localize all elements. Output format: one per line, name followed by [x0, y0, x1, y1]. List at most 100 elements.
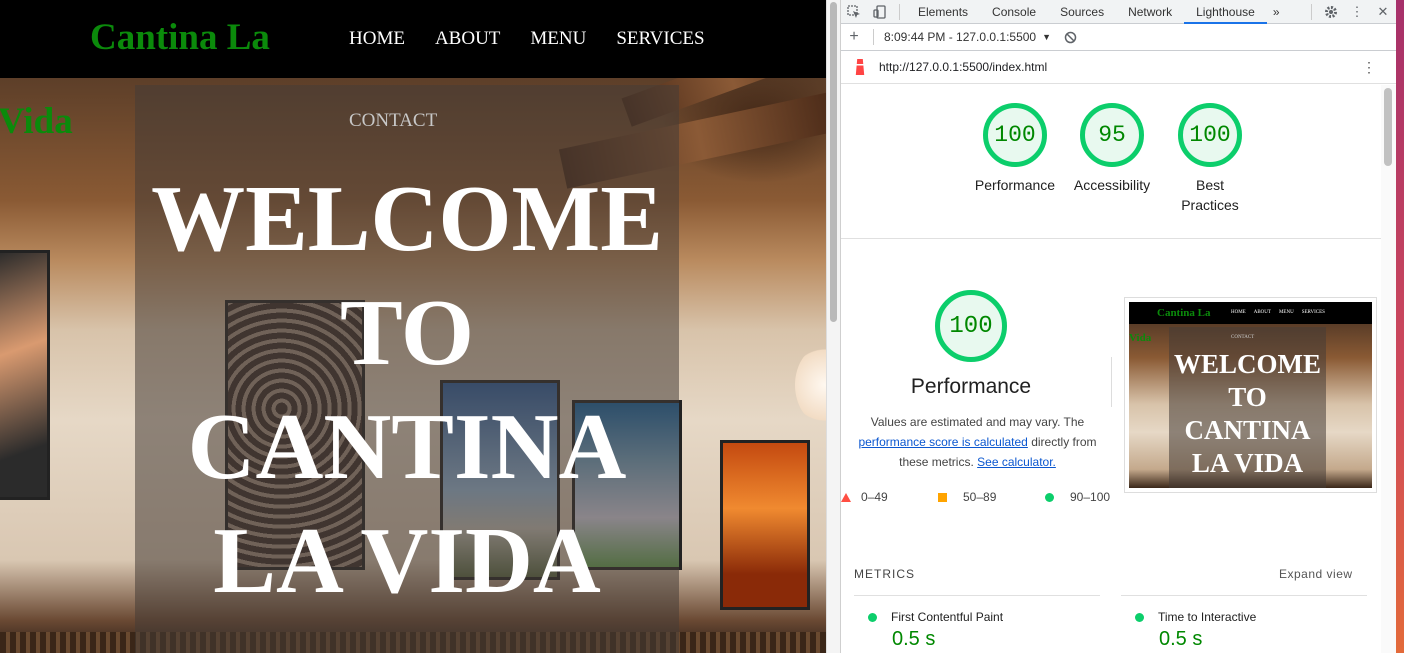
fail-triangle-icon	[841, 492, 851, 502]
metric-value: 0.5 s	[1159, 628, 1203, 650]
score-gauge-accessibility[interactable]: 95 Accessibility	[1066, 103, 1158, 195]
thumbnail-hero-line: WELCOME	[1173, 349, 1321, 379]
thumbnail-hero-line: CANTINA	[1184, 415, 1311, 445]
new-report-plus-icon[interactable]: +	[841, 28, 867, 46]
legend-pass: 90–100	[1045, 490, 1110, 504]
average-square-icon	[938, 492, 947, 502]
nav-about-link[interactable]: ABOUT	[435, 28, 500, 50]
metric-name: First Contentful Paint	[891, 610, 1004, 624]
devtools-actions: ⋮ ✕	[1305, 3, 1396, 20]
report-url-bar: http://127.0.0.1:5500/index.html ⋮	[841, 51, 1396, 84]
legend-average: 50–89	[938, 490, 996, 504]
site-logo-overflow[interactable]: Vida	[0, 100, 73, 143]
thumbnail-hero-line: TO	[1228, 382, 1267, 412]
score-value: 95	[1080, 103, 1144, 167]
legend-label: 0–49	[861, 490, 888, 504]
page-scrollbar[interactable]	[826, 0, 840, 653]
legend-label: 50–89	[963, 490, 997, 504]
score-label: Performance	[974, 177, 1056, 193]
thumbnail-hero-title: WELCOME TO CANTINA LA VIDA	[1169, 348, 1326, 480]
hero-line: TO	[339, 281, 475, 385]
nav-menu-link[interactable]: MENU	[530, 28, 586, 50]
thumbnail-nav-item: ABOUT	[1253, 310, 1271, 315]
thumbnail-image: Cantina La HOME ABOUT MENU SERVICES Vida…	[1129, 302, 1372, 488]
device-toolbar-icon[interactable]	[867, 4, 893, 19]
scrollbar-thumb[interactable]	[1384, 88, 1392, 166]
more-tabs-button[interactable]: »	[1267, 0, 1286, 24]
thumbnail-nav-item: MENU	[1278, 310, 1294, 315]
tab-console[interactable]: Console	[980, 0, 1048, 24]
expand-view-toggle[interactable]: Expand view	[1279, 567, 1353, 581]
thumbnail-logo-overflow: Vida	[1129, 332, 1152, 344]
thumbnail-navbar: Cantina La HOME ABOUT MENU SERVICES	[1129, 302, 1372, 324]
score-gauge-best-practices[interactable]: 100 Best Practices	[1164, 103, 1256, 215]
thumbnail-contact: CONTACT	[1231, 335, 1255, 340]
scrollbar-thumb[interactable]	[830, 2, 837, 322]
tab-sources[interactable]: Sources	[1048, 0, 1116, 24]
desktop-background-edge	[1396, 0, 1404, 653]
score-gauge-performance[interactable]: 100 Performance	[969, 103, 1061, 195]
site-navbar: Cantina La HOME ABOUT MENU SERVICES	[0, 0, 826, 78]
clear-reports-icon[interactable]	[1057, 31, 1083, 44]
report-selector[interactable]: 8:09:44 PM - 127.0.0.1:5500	[884, 30, 1036, 44]
inspect-element-icon[interactable]	[841, 4, 867, 19]
tab-lighthouse[interactable]: Lighthouse	[1184, 0, 1267, 24]
thumbnail-nav-links: HOME ABOUT MENU SERVICES	[1231, 310, 1325, 315]
wall-painting	[720, 440, 810, 610]
thumbnail-hero-line: LA VIDA	[1191, 448, 1304, 478]
close-icon[interactable]: ✕	[1370, 4, 1396, 20]
lighthouse-logo-icon	[855, 59, 865, 75]
report-scrollbar[interactable]	[1381, 85, 1396, 653]
pass-circle-icon	[1135, 612, 1144, 622]
report-menu-icon[interactable]: ⋮	[1362, 59, 1376, 76]
devtools-panel: Elements Console Sources Network Lightho…	[840, 0, 1396, 653]
legend-fail: 0–49	[841, 490, 888, 504]
section-divider	[841, 238, 1381, 239]
nav-contact-link[interactable]: CONTACT	[349, 110, 437, 132]
more-options-icon[interactable]: ⋮	[1344, 4, 1370, 20]
site-nav-links: HOME ABOUT MENU SERVICES	[349, 28, 705, 50]
metric-value: 0.5 s	[892, 628, 936, 650]
metrics-heading: METRICS	[854, 567, 915, 581]
thumbnail-nav-item: SERVICES	[1301, 310, 1325, 315]
nav-home-link[interactable]: HOME	[349, 28, 405, 50]
final-screenshot-thumbnail[interactable]: Cantina La HOME ABOUT MENU SERVICES Vida…	[1124, 297, 1377, 493]
chevron-down-icon[interactable]: ▼	[1042, 32, 1051, 42]
lighthouse-toolbar: + 8:09:44 PM - 127.0.0.1:5500 ▼	[841, 24, 1396, 51]
separator	[1311, 3, 1312, 20]
metric-time-to-interactive: Time to Interactive 0.5 s	[1121, 595, 1367, 651]
thumbnail-logo: Cantina La	[1157, 307, 1211, 319]
score-value: 100	[983, 103, 1047, 167]
vertical-divider	[1111, 357, 1112, 407]
devtools-tabbar: Elements Console Sources Network Lightho…	[841, 0, 1396, 24]
performance-score-gauge: 100	[935, 290, 1007, 362]
pass-circle-icon	[1045, 492, 1054, 502]
score-label: Accessibility	[1073, 177, 1151, 193]
wall-painting	[0, 250, 50, 500]
pass-circle-icon	[868, 612, 877, 622]
score-value: 100	[1178, 103, 1242, 167]
thumbnail-nav-item: HOME	[1231, 310, 1246, 315]
nav-services-link[interactable]: SERVICES	[616, 28, 704, 50]
pendant-lamp	[795, 345, 826, 425]
see-calculator-link[interactable]: See calculator.	[977, 455, 1056, 469]
tab-network[interactable]: Network	[1116, 0, 1184, 24]
hero-title: WELCOME TO CANTINA LA VIDA	[135, 162, 679, 618]
performance-title: Performance	[910, 375, 1032, 398]
settings-gear-icon[interactable]	[1318, 5, 1344, 19]
separator	[899, 3, 900, 20]
report-url[interactable]: http://127.0.0.1:5500/index.html	[879, 60, 1047, 74]
hero-line: CANTINA	[187, 395, 627, 499]
hero-line: LA VIDA	[213, 509, 601, 613]
metric-first-contentful-paint: First Contentful Paint 0.5 s	[854, 595, 1100, 651]
lighthouse-report: 100 Performance 95 Accessibility 100 Bes…	[841, 85, 1381, 653]
metric-name: Time to Interactive	[1158, 610, 1257, 624]
separator	[873, 29, 874, 45]
hero-line: WELCOME	[151, 167, 663, 271]
site-logo[interactable]: Cantina La	[90, 16, 270, 59]
desc-text: Values are estimated and may vary. The	[870, 415, 1085, 429]
score-calculated-link[interactable]: performance score is calculated	[858, 435, 1027, 449]
website-viewport: Cantina La HOME ABOUT MENU SERVICES Vida…	[0, 0, 826, 653]
performance-description: Values are estimated and may vary. The p…	[851, 412, 1104, 472]
tab-elements[interactable]: Elements	[906, 0, 980, 24]
